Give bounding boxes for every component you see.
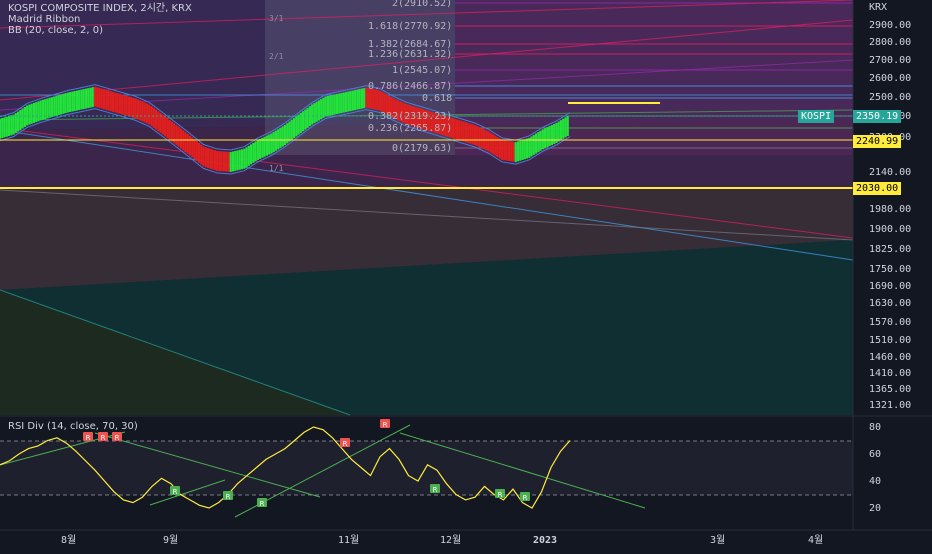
time-tick-label: 4월: [808, 535, 824, 546]
rsi-divergence-label: R: [433, 486, 438, 494]
rsi-tick-label: 40: [869, 476, 882, 487]
time-tick-label: 3월: [710, 535, 726, 546]
time-tick-label: 2023: [533, 535, 558, 546]
legend-indicator-ribbon[interactable]: Madrid Ribbon: [8, 14, 80, 25]
rsi-tick-label: 20: [869, 503, 882, 514]
level-tag-2: 2030.00: [853, 182, 902, 195]
rsi-tick-label: 60: [869, 449, 882, 460]
price-tick-label: 1570.00: [869, 316, 912, 328]
fib-label: 1.618(2770.92): [368, 21, 453, 32]
price-tick-label: 1365.00: [869, 384, 912, 396]
fib-label: 1.236(2631.32): [368, 49, 453, 60]
price-tick-label: 1900.00: [869, 224, 912, 236]
last-price-tag: 2350.19: [853, 110, 902, 123]
level-tag-1: 2240.99: [853, 135, 902, 148]
time-tick-label: 12월: [440, 535, 462, 546]
rsi-tick-label: 80: [869, 422, 882, 433]
price-tick-label: 1750.00: [869, 264, 912, 276]
fib-label: 0.618: [422, 93, 453, 104]
rsi-divergence-label: R: [173, 488, 178, 496]
rsi-divergence-label: R: [343, 440, 348, 448]
rsi-divergence-label: R: [115, 434, 120, 442]
price-tick-label: 1980.00: [869, 204, 912, 216]
price-tick-label: 2600.00: [869, 72, 912, 84]
rsi-band: [0, 441, 853, 495]
fan-label: 1/1: [269, 164, 284, 173]
time-tick-label: 8월: [61, 535, 77, 546]
fan-label: 3/1: [269, 14, 284, 23]
price-tick-label: 2500.00: [869, 91, 912, 103]
legend-indicator-bb[interactable]: BB (20, close, 2, 0): [8, 25, 103, 36]
fan-label: 2/1: [269, 52, 284, 61]
chart-canvas[interactable]: R R R R R R R R R R R KOSPI COMPOSITE INDEX, 2시간, …: [0, 0, 932, 550]
rsi-divergence-label: R: [498, 491, 503, 499]
rsi-divergence-label: R: [86, 434, 91, 442]
rsi-legend-title[interactable]: RSI Div (14, close, 70, 30): [8, 421, 138, 432]
fib-box-right: [455, 0, 853, 155]
rsi-divergence-label: R: [260, 500, 265, 508]
rsi-divergence-label: R: [523, 494, 528, 502]
rsi-divergence-label: R: [383, 421, 388, 429]
price-tick-label: 1690.00: [869, 280, 912, 292]
price-tick-label: 2800.00: [869, 36, 912, 48]
currency-label: KRX: [869, 2, 888, 13]
fib-label: 0.236(2265.87): [368, 123, 453, 134]
fib-label: 0(2179.63): [392, 143, 453, 154]
price-tick-label: 2700.00: [869, 54, 912, 66]
price-tick-label: 1825.00: [869, 243, 912, 255]
fib-label: 2(2910.52): [392, 0, 453, 9]
price-tick-label: 1410.00: [869, 368, 912, 380]
price-tick-label: 1321.00: [869, 400, 912, 411]
rsi-divergence-label: R: [101, 434, 106, 442]
rsi-divergence-label: R: [226, 493, 231, 501]
legend-title[interactable]: KOSPI COMPOSITE INDEX, 2시간, KRX: [8, 3, 192, 14]
price-tick-label: 1630.00: [869, 298, 912, 310]
price-tick-label: 1510.00: [869, 335, 912, 347]
price-tick-label: 1460.00: [869, 351, 912, 363]
time-tick-label: 11월: [338, 535, 360, 546]
symbol-tag: KOSPI: [798, 110, 835, 123]
time-tick-label: 9월: [163, 535, 179, 546]
price-tick-label: 2900.00: [869, 20, 912, 31]
fib-label: 1(2545.07): [392, 65, 453, 76]
chart-svg[interactable]: R R R R R R R R R R R: [0, 0, 932, 550]
price-tick-label: 2140.00: [869, 166, 912, 178]
